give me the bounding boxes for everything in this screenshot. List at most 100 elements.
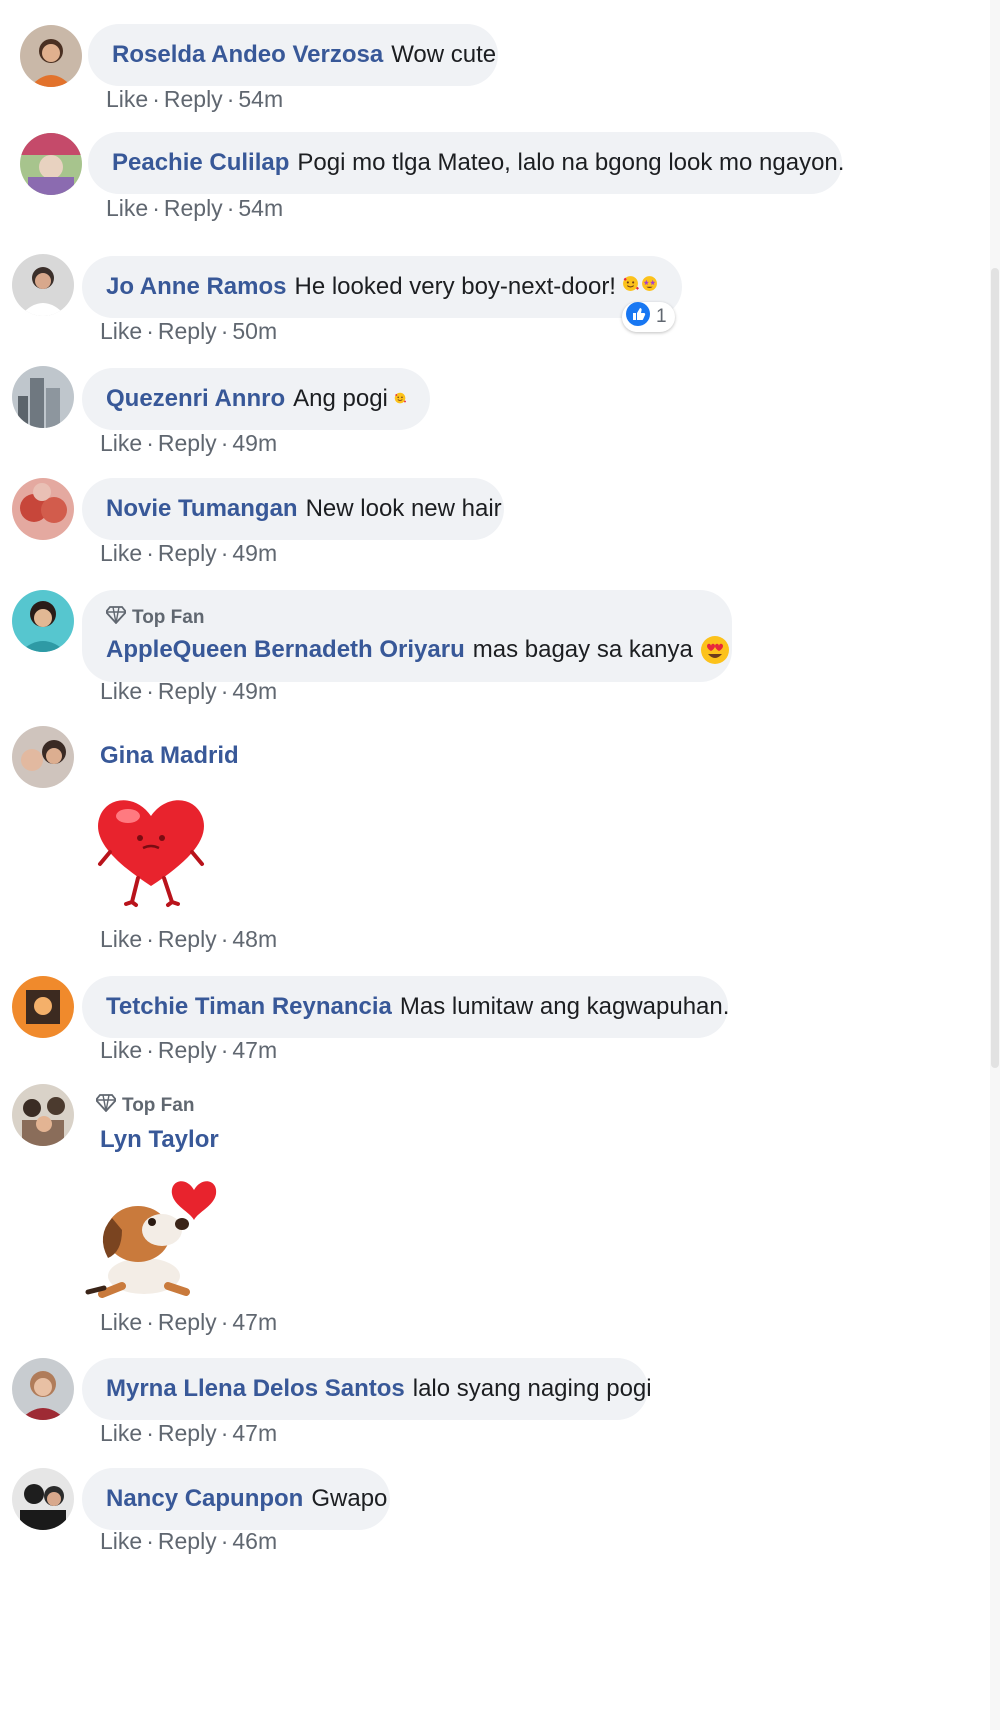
like-link[interactable]: Like: [106, 86, 148, 112]
reply-link[interactable]: Reply: [158, 430, 217, 456]
separator-dot: ·: [220, 1037, 229, 1063]
separator-dot: ·: [146, 540, 154, 566]
timestamp[interactable]: 54m: [238, 195, 283, 221]
separator-dot: ·: [220, 926, 229, 952]
reply-link[interactable]: Reply: [158, 678, 217, 704]
comment-actions: Like · Reply · 47m: [100, 1037, 277, 1064]
heart-eyes-emoji: [699, 634, 731, 666]
reaction-count-badge[interactable]: 1: [622, 302, 675, 332]
reply-link[interactable]: Reply: [158, 1420, 217, 1446]
commenter-name[interactable]: Tetchie Timan Reynancia: [106, 993, 392, 1021]
like-link[interactable]: Like: [100, 1528, 142, 1554]
separator-dot: ·: [152, 86, 160, 112]
reply-link[interactable]: Reply: [158, 1528, 217, 1554]
reply-link[interactable]: Reply: [158, 540, 217, 566]
like-link[interactable]: Like: [100, 678, 142, 704]
comment-text: Wow cute: [391, 41, 497, 68]
avatar[interactable]: [12, 1084, 74, 1146]
commenter-name[interactable]: Nancy Capunpon: [106, 1485, 303, 1513]
like-thumb-icon: [626, 302, 650, 332]
comment-text: Pogi mo tlga Mateo, lalo na bgong look m…: [297, 149, 845, 176]
red-heart-sticker[interactable]: [88, 786, 214, 917]
avatar[interactable]: [12, 590, 74, 652]
comment-text: He looked very boy-next-door!: [294, 273, 616, 300]
avatar[interactable]: [12, 976, 74, 1038]
top-fan-label: Top Fan: [122, 1095, 195, 1116]
avatar[interactable]: [12, 254, 74, 316]
avatar[interactable]: [20, 25, 82, 87]
like-link[interactable]: Like: [100, 540, 142, 566]
comment-actions: Like · Reply · 47m: [100, 1420, 277, 1447]
timestamp[interactable]: 54m: [238, 86, 283, 112]
separator-dot: ·: [220, 1420, 229, 1446]
timestamp[interactable]: 49m: [232, 678, 277, 704]
timestamp[interactable]: 49m: [232, 430, 277, 456]
comment-actions: Like · Reply · 46m: [100, 1528, 277, 1555]
comment-bubble: Top Fan AppleQueen Bernadeth Oriyaru mas…: [82, 590, 732, 682]
star-struck-emoji: [641, 271, 658, 303]
commenter-name[interactable]: Myrna Llena Delos Santos: [106, 1375, 405, 1403]
reply-link[interactable]: Reply: [158, 1309, 217, 1335]
like-link[interactable]: Like: [100, 1309, 142, 1335]
timestamp[interactable]: 47m: [232, 1309, 277, 1335]
avatar[interactable]: [12, 1358, 74, 1420]
separator-dot: ·: [152, 195, 160, 221]
comment-actions: Like · Reply · 48m: [100, 926, 277, 953]
like-link[interactable]: Like: [100, 926, 142, 952]
comment-actions: Like · Reply · 47m: [100, 1309, 277, 1336]
avatar[interactable]: [12, 726, 74, 788]
separator-dot: ·: [220, 1528, 229, 1554]
like-link[interactable]: Like: [106, 195, 148, 221]
separator-dot: ·: [226, 195, 235, 221]
reply-link[interactable]: Reply: [158, 1037, 217, 1063]
reply-link[interactable]: Reply: [158, 318, 217, 344]
avatar[interactable]: [12, 478, 74, 540]
comment-bubble: Tetchie Timan Reynancia Mas lumitaw ang …: [82, 976, 730, 1038]
avatar[interactable]: [20, 133, 82, 195]
puppy-heart-sticker[interactable]: [82, 1166, 222, 1311]
comment-text: Mas lumitaw ang kagwapuhan.: [399, 993, 730, 1020]
separator-dot: ·: [146, 926, 154, 952]
separator-dot: ·: [146, 430, 154, 456]
comment-bubble: Roselda Andeo Verzosa Wow cute: [88, 24, 498, 86]
avatar[interactable]: [12, 366, 74, 428]
timestamp[interactable]: 48m: [232, 926, 277, 952]
like-link[interactable]: Like: [100, 1420, 142, 1446]
smiling-face-with-hearts-emoji: [394, 383, 406, 415]
reply-link[interactable]: Reply: [158, 926, 217, 952]
scrollbar-thumb[interactable]: [991, 268, 999, 1068]
reply-link[interactable]: Reply: [164, 86, 223, 112]
comment-text: New look new hair: [305, 495, 502, 522]
commenter-name[interactable]: Lyn Taylor: [100, 1126, 219, 1154]
timestamp[interactable]: 47m: [232, 1420, 277, 1446]
separator-dot: ·: [146, 318, 154, 344]
like-link[interactable]: Like: [100, 430, 142, 456]
separator-dot: ·: [146, 678, 154, 704]
comment-bubble: Peachie Culilap Pogi mo tlga Mateo, lalo…: [88, 132, 845, 194]
commenter-name[interactable]: Roselda Andeo Verzosa: [112, 41, 383, 69]
timestamp[interactable]: 49m: [232, 540, 277, 566]
commenter-name[interactable]: Novie Tumangan: [106, 495, 298, 523]
smiling-face-with-hearts-emoji: [622, 271, 639, 303]
commenter-name[interactable]: AppleQueen Bernadeth Oriyaru: [106, 636, 465, 664]
timestamp[interactable]: 47m: [232, 1037, 277, 1063]
commenter-name[interactable]: Peachie Culilap: [112, 149, 289, 177]
separator-dot: ·: [226, 86, 235, 112]
comment-bubble: Novie Tumangan New look new hair: [82, 478, 504, 540]
comment-bubble: Myrna Llena Delos Santos lalo syang nagi…: [82, 1358, 652, 1420]
top-fan-badge: Top Fan: [94, 1094, 195, 1118]
commenter-name[interactable]: Gina Madrid: [100, 742, 239, 770]
timestamp[interactable]: 46m: [232, 1528, 277, 1554]
diamond-icon: [104, 606, 128, 630]
timestamp[interactable]: 50m: [232, 318, 277, 344]
commenter-name[interactable]: Quezenri Annro: [106, 385, 285, 413]
avatar[interactable]: [12, 1468, 74, 1530]
comment-bubble: Quezenri Annro Ang pogi: [82, 368, 430, 430]
like-link[interactable]: Like: [100, 318, 142, 344]
comment-actions: Like · Reply · 54m: [106, 86, 283, 113]
diamond-icon: [94, 1094, 118, 1118]
like-link[interactable]: Like: [100, 1037, 142, 1063]
commenter-name[interactable]: Jo Anne Ramos: [106, 273, 286, 301]
reply-link[interactable]: Reply: [164, 195, 223, 221]
comment-text: lalo syang naging pogi: [412, 1375, 652, 1402]
